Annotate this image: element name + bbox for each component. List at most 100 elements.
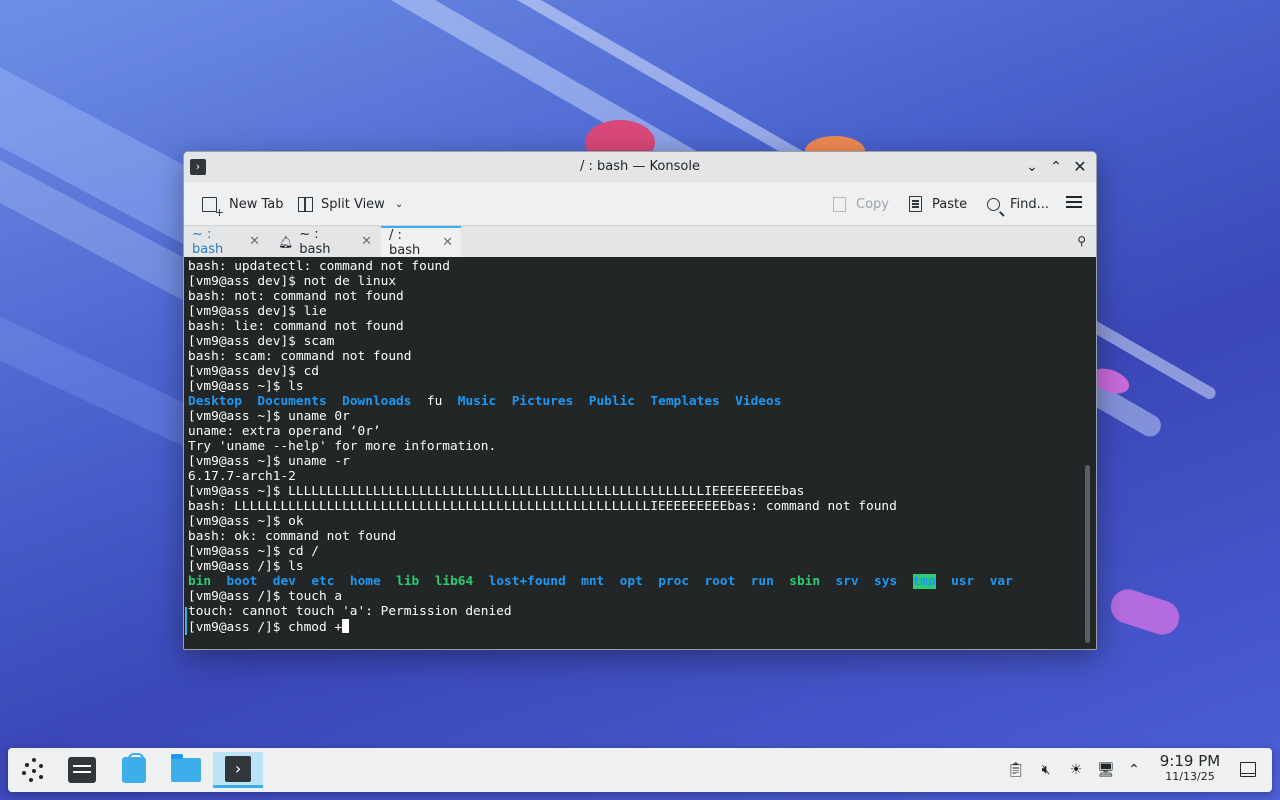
close-icon[interactable]: ✕	[442, 235, 453, 250]
ls-entry: sys	[874, 574, 898, 589]
brightness-icon[interactable]: ☀	[1066, 760, 1086, 780]
ls-entry: home	[349, 574, 381, 589]
terminal-line: [vm9@ass ~]$ cd /	[188, 544, 319, 559]
ls-entry: boot	[226, 574, 258, 589]
terminal-line: [vm9@ass ~]$ uname 0r	[188, 409, 350, 424]
pin-icon[interactable]: ⚲	[1077, 234, 1086, 248]
clipboard-icon[interactable]: 📋︎	[1006, 760, 1026, 780]
tab-label: / : bash	[389, 227, 421, 258]
ls-entry: tmp	[912, 574, 936, 589]
ls-entry: Desktop	[188, 394, 242, 409]
close-icon[interactable]: ✕	[361, 234, 372, 249]
search-icon	[987, 197, 1000, 211]
ls-entry: root	[704, 574, 736, 589]
ls-entry: proc	[658, 574, 690, 589]
volume-muted-icon[interactable]: 🔇︎	[1036, 760, 1056, 780]
find-label: Find...	[1010, 196, 1050, 212]
konsole-window: › / : bash — Konsole ⌄ ⌃ ✕ New Tab Split…	[183, 151, 1097, 650]
terminal-output[interactable]: bash: updatectl: command not found [vm9@…	[184, 257, 1096, 649]
close-button[interactable]: ✕	[1070, 157, 1090, 177]
terminal-prompt-line[interactable]: [vm9@ass /]$ chmod +	[188, 619, 1096, 635]
chevron-down-icon: ⌄	[1026, 159, 1038, 175]
ls-entry: Downloads	[342, 394, 412, 409]
ls-entry: lib	[396, 574, 420, 589]
show-desktop-icon[interactable]	[1240, 762, 1256, 777]
terminal-line: [vm9@ass dev]$ not de linux	[188, 274, 397, 289]
maximize-button[interactable]: ⌃	[1046, 157, 1066, 177]
digital-clock[interactable]: 9:19 PM 11/13/25	[1156, 752, 1224, 784]
konsole-task-button[interactable]: ›	[213, 752, 263, 788]
split-view-icon	[298, 196, 313, 212]
split-view-button[interactable]: Split View ⌄	[298, 191, 403, 217]
konsole-icon: ›	[225, 755, 251, 782]
terminal-line: bash: ok: command not found	[188, 529, 397, 544]
titlebar[interactable]: › / : bash — Konsole ⌄ ⌃ ✕	[184, 152, 1096, 182]
copy-icon	[833, 196, 846, 212]
ls-entry: run	[750, 574, 774, 589]
copy-button[interactable]: Copy	[833, 191, 889, 217]
window-title: / : bash — Konsole	[580, 159, 700, 174]
terminal-line: [vm9@ass /]$ ls	[188, 559, 304, 574]
terminal-line: bash: lie: command not found	[188, 319, 404, 334]
taskbar: › 📋︎ 🔇︎ ☀ 🖥︎ ⌃ 9:19 PM 11/13/25	[8, 748, 1272, 792]
tab-label: ~ : bash	[192, 226, 224, 257]
ls-entry: Videos	[735, 394, 782, 409]
copy-label: Copy	[856, 196, 889, 212]
chevron-up-icon[interactable]: ⌃	[1124, 760, 1144, 780]
ls-entry: etc	[311, 574, 335, 589]
ls-entry: var	[989, 574, 1013, 589]
ls-entry: bin	[188, 574, 212, 589]
minimize-button[interactable]: ⌄	[1022, 157, 1042, 177]
terminal-line: bash: not: command not found	[188, 289, 404, 304]
terminal-line: [vm9@ass ~]$ ls	[188, 379, 304, 394]
close-icon: ✕	[1073, 157, 1087, 176]
terminal-line: [vm9@ass /]$ touch a	[188, 589, 343, 604]
tab-home-2[interactable]: 🔔︎ ~ : bash ✕	[270, 226, 380, 257]
terminal-line: uname: extra operand ‘0r’	[188, 424, 381, 439]
new-tab-label: New Tab	[229, 196, 284, 212]
find-button[interactable]: Find...	[987, 191, 1049, 217]
chevron-down-icon: ⌄	[394, 198, 404, 210]
ls-entry: fu	[426, 394, 443, 409]
terminal-line: bash: scam: command not found	[188, 349, 412, 364]
new-tab-button[interactable]: New Tab	[202, 191, 284, 219]
paste-icon	[909, 196, 922, 212]
terminal-prompt: [vm9@ass /]$ chmod +	[188, 620, 343, 635]
dolphin-folder-icon	[171, 754, 201, 782]
ls-entry: dev	[272, 574, 296, 589]
scrollbar[interactable]	[1085, 465, 1090, 643]
terminal-line: [vm9@ass ~]$ LLLLLLLLLLLLLLLLLLLLLLLLLLL…	[188, 484, 805, 499]
toolbar: New Tab Split View ⌄ Copy Paste Find...	[184, 182, 1096, 225]
terminal-line: Try 'uname --help' for more information.	[188, 439, 497, 454]
clock-time: 9:19 PM	[1159, 752, 1221, 770]
ls-entry: sbin	[789, 574, 821, 589]
output-marker	[185, 607, 187, 635]
ls-entry: usr	[951, 574, 975, 589]
terminal-line: [vm9@ass dev]$ scam	[188, 334, 335, 349]
hamburger-icon[interactable]	[1066, 196, 1082, 198]
discover-icon	[122, 753, 146, 783]
ls-entry: Templates	[650, 394, 720, 409]
tab-home-1[interactable]: ~ : bash ✕	[184, 226, 268, 257]
close-icon[interactable]: ✕	[249, 234, 260, 249]
terminal-line: [vm9@ass ~]$ uname -r	[188, 454, 350, 469]
terminal-line: [vm9@ass ~]$ ok	[188, 514, 304, 529]
paste-button[interactable]: Paste	[909, 191, 967, 217]
terminal-line: [vm9@ass dev]$ cd	[188, 364, 319, 379]
tab-root[interactable]: / : bash ✕	[381, 226, 461, 258]
ls-entry: Music	[457, 394, 497, 409]
wallpaper-shape	[1106, 585, 1184, 639]
system-settings-button[interactable]	[62, 752, 102, 788]
ls-entry: Documents	[257, 394, 327, 409]
application-launcher-icon	[22, 758, 46, 782]
terminal-line: 6.17.7-arch1-2	[188, 469, 296, 484]
dolphin-button[interactable]	[166, 752, 206, 788]
terminal-ls-home: Desktop Documents Downloads fu Music Pic…	[188, 394, 1096, 409]
terminal-line: bash: updatectl: command not found	[188, 259, 450, 274]
terminal-ls-root: bin boot dev etc home lib lib64 lost+fou…	[188, 574, 1096, 589]
text-cursor	[342, 619, 350, 633]
application-launcher-button[interactable]	[14, 752, 54, 788]
ls-entry: Public	[588, 394, 635, 409]
network-icon[interactable]: 🖥︎	[1096, 760, 1116, 780]
discover-button[interactable]	[114, 752, 154, 788]
